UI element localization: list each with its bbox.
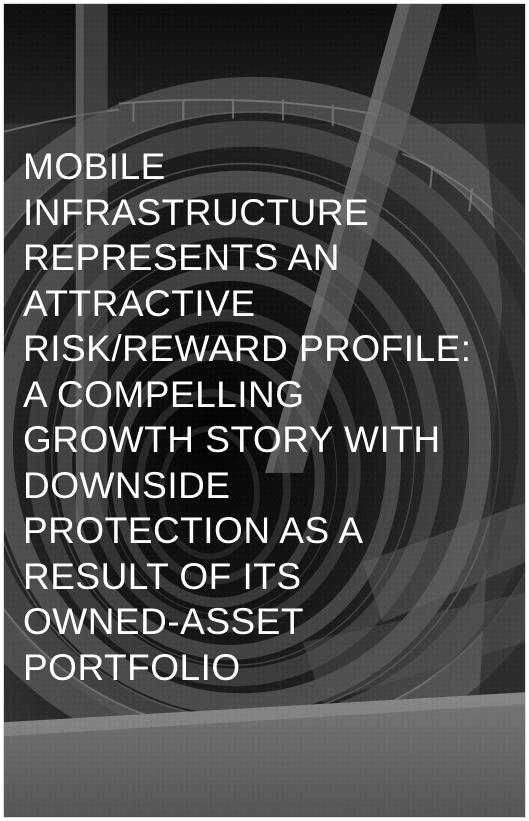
headline-line: OWNED-ASSET — [23, 601, 304, 642]
headline-line: PROTECTION AS A — [23, 510, 364, 551]
headline-line: A COMPELLING — [23, 373, 305, 415]
poster-card: MOBILE INFRASTRUCTURE REPRESENTS AN ATTR… — [3, 3, 526, 818]
headline-line: RESULT OF ITS — [23, 555, 302, 597]
headline-line: INFRASTRUCTURE — [23, 191, 370, 233]
headline-line: REPRESENTS AN — [23, 237, 340, 278]
headline-line: ATTRACTIVE — [23, 282, 256, 324]
headline: MOBILE INFRASTRUCTURE REPRESENTS AN ATTR… — [23, 144, 523, 690]
headline-line: DOWNSIDE — [23, 464, 231, 506]
headline-line: RISK/REWARD PROFILE: — [23, 328, 472, 369]
headline-line: MOBILE — [23, 146, 166, 187]
headline-line: GROWTH STORY WITH — [23, 419, 441, 460]
headline-line: PORTFOLIO — [23, 646, 241, 688]
